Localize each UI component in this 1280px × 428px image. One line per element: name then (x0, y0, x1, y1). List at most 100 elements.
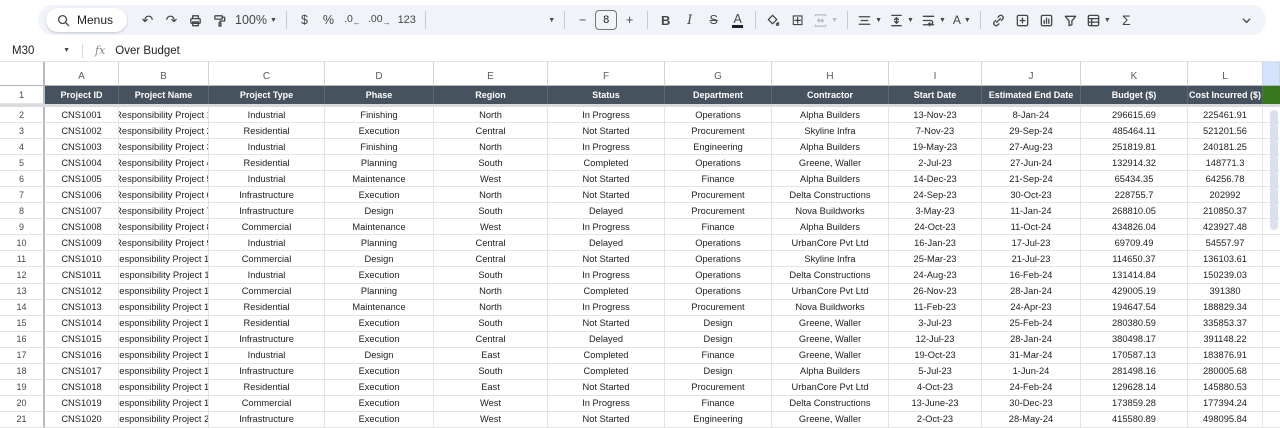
header-cell[interactable]: Contractor (772, 86, 889, 104)
cell[interactable]: CNS1013 (45, 300, 119, 316)
cell[interactable]: Not Started (548, 251, 665, 267)
cell[interactable]: 251819.81 (1081, 139, 1188, 155)
cell[interactable]: 429005.19 (1081, 284, 1188, 300)
cell[interactable]: 391148.22 (1188, 332, 1263, 348)
row-number[interactable]: 17 (0, 348, 45, 364)
cell[interactable]: Completed (548, 364, 665, 380)
cell[interactable]: Industrial (209, 171, 325, 187)
cell[interactable]: Nova Buildworks (772, 300, 889, 316)
insert-link-button[interactable] (987, 8, 1010, 32)
increase-decimal-button[interactable]: .00→ (365, 8, 394, 32)
cell[interactable]: Delta Constructions (772, 396, 889, 412)
text-color-button[interactable]: A (726, 8, 749, 32)
column-header-K[interactable]: K (1081, 62, 1188, 86)
cell[interactable]: Responsibility Project 17 (119, 364, 209, 380)
cell[interactable]: 3-May-23 (889, 203, 982, 219)
cell[interactable]: 415580.89 (1081, 412, 1188, 428)
header-cell[interactable]: Phase (325, 86, 434, 104)
cell[interactable]: 54557.97 (1188, 235, 1263, 251)
hide-menus-button[interactable] (1235, 8, 1258, 32)
cell[interactable]: Execution (325, 332, 434, 348)
cell[interactable]: South (434, 155, 548, 171)
cell[interactable]: Alpha Builders (772, 219, 889, 235)
decrease-font-size-button[interactable]: − (571, 8, 594, 32)
cell[interactable]: Infrastructure (209, 332, 325, 348)
cell[interactable]: 210850.37 (1188, 203, 1263, 219)
cell[interactable]: In Progress (548, 219, 665, 235)
cell[interactable]: Responsibility Project 6 (119, 187, 209, 203)
cell[interactable]: 28-Jan-24 (982, 284, 1081, 300)
cell[interactable]: West (434, 396, 548, 412)
cell[interactable]: 26-Nov-23 (889, 284, 982, 300)
row-number[interactable]: 7 (0, 187, 45, 203)
cell[interactable]: South (434, 316, 548, 332)
cell[interactable]: CNS1016 (45, 348, 119, 364)
borders-button[interactable]: ⊞ (786, 8, 809, 32)
undo-button[interactable]: ↶ (136, 8, 159, 32)
row-number[interactable]: 20 (0, 396, 45, 412)
cell[interactable]: Infrastructure (209, 412, 325, 428)
cell[interactable]: Responsibility Project 12 (119, 284, 209, 300)
cell[interactable]: 16-Feb-24 (982, 267, 1081, 283)
row-number[interactable]: 15 (0, 316, 45, 332)
cell[interactable]: Finishing (325, 139, 434, 155)
cell[interactable] (1263, 300, 1280, 316)
cell[interactable]: CNS1002 (45, 123, 119, 139)
cell[interactable]: In Progress (548, 396, 665, 412)
row-number[interactable]: 9 (0, 219, 45, 235)
cell[interactable]: South (434, 267, 548, 283)
cell[interactable]: Residential (209, 123, 325, 139)
cell[interactable]: CNS1008 (45, 219, 119, 235)
cell[interactable]: Central (434, 332, 548, 348)
cell[interactable]: 296615.69 (1081, 107, 1188, 123)
cell[interactable]: Infrastructure (209, 203, 325, 219)
row-number[interactable]: 11 (0, 251, 45, 267)
cell[interactable]: Central (434, 251, 548, 267)
filter-views-button[interactable]: ▼ (1083, 8, 1114, 32)
cell[interactable]: Maintenance (325, 300, 434, 316)
cell[interactable]: 30-Oct-23 (982, 187, 1081, 203)
cell[interactable]: CNS1003 (45, 139, 119, 155)
select-all-corner[interactable] (0, 62, 45, 86)
cell[interactable]: 5-Jul-23 (889, 364, 982, 380)
cell[interactable]: 335853.37 (1188, 316, 1263, 332)
cell[interactable]: Responsibility Project 20 (119, 412, 209, 428)
cell[interactable]: 281498.16 (1081, 364, 1188, 380)
cell[interactable]: 31-Mar-24 (982, 348, 1081, 364)
create-filter-button[interactable] (1059, 8, 1082, 32)
cell[interactable]: Alpha Builders (772, 171, 889, 187)
cell[interactable]: Execution (325, 123, 434, 139)
cell[interactable]: Nova Buildworks (772, 203, 889, 219)
cell[interactable]: Not Started (548, 123, 665, 139)
paint-format-button[interactable] (208, 8, 231, 32)
cell[interactable]: 391380 (1188, 284, 1263, 300)
horizontal-align-button[interactable]: ▼ (854, 8, 885, 32)
cell[interactable]: CNS1015 (45, 332, 119, 348)
cell[interactable]: Delta Constructions (772, 187, 889, 203)
cell[interactable]: 228755.7 (1081, 187, 1188, 203)
cell[interactable]: Not Started (548, 380, 665, 396)
column-header-G[interactable]: G (665, 62, 772, 86)
row-number[interactable]: 4 (0, 139, 45, 155)
cell[interactable]: CNS1006 (45, 187, 119, 203)
cell[interactable]: Responsibility Project 14 (119, 316, 209, 332)
header-cell-highlight[interactable] (1263, 86, 1280, 104)
cell[interactable]: Delayed (548, 203, 665, 219)
cell[interactable]: Execution (325, 267, 434, 283)
cell[interactable]: 17-Jul-23 (982, 235, 1081, 251)
cell[interactable]: 29-Sep-24 (982, 123, 1081, 139)
column-header-F[interactable]: F (548, 62, 665, 86)
insert-chart-button[interactable] (1035, 8, 1058, 32)
row-number[interactable]: 6 (0, 171, 45, 187)
cell[interactable]: 148771.3 (1188, 155, 1263, 171)
cell[interactable]: Engineering (665, 412, 772, 428)
cell[interactable]: 170587.13 (1081, 348, 1188, 364)
cell[interactable] (1263, 348, 1280, 364)
header-cell[interactable]: Region (434, 86, 548, 104)
cell[interactable]: 30-Dec-23 (982, 396, 1081, 412)
cell[interactable]: CNS1018 (45, 380, 119, 396)
column-header-D[interactable]: D (325, 62, 434, 86)
cell[interactable]: Skyline Infra (772, 123, 889, 139)
row-number[interactable]: 16 (0, 332, 45, 348)
text-rotation-button[interactable]: A ▼ (950, 8, 974, 32)
